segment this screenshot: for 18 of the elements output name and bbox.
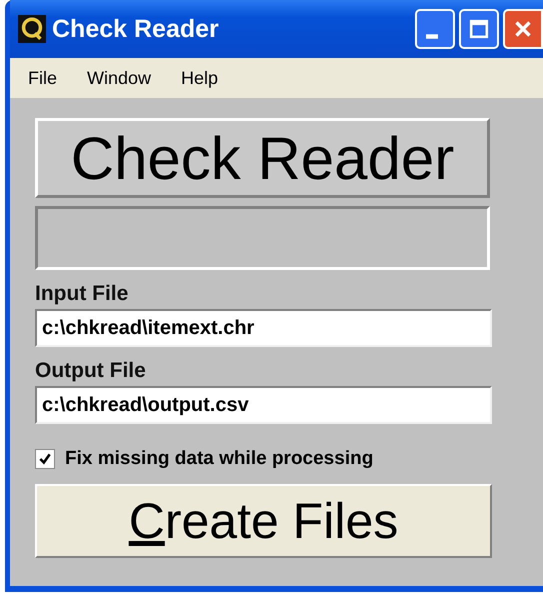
app-logo-icon <box>18 14 46 44</box>
field-label: Input File <box>35 282 130 306</box>
maximize-button[interactable] <box>459 9 499 49</box>
menu-item[interactable]: File <box>28 68 58 88</box>
field-label: Output File <box>35 359 147 383</box>
menu-item[interactable]: Window <box>87 68 152 88</box>
checkbox[interactable] <box>35 449 55 469</box>
create-files-button[interactable]: Create Files <box>35 484 492 558</box>
checkbox-label: Fix missing data while processing <box>65 448 374 470</box>
check-icon <box>38 452 52 466</box>
menu-item[interactable]: Help <box>181 68 218 88</box>
minimize-icon <box>426 34 438 39</box>
path-field[interactable]: c:\chkread\itemext.chr <box>35 309 492 347</box>
app-banner: Check Reader <box>35 118 490 198</box>
close-button[interactable] <box>503 9 543 49</box>
path-field[interactable]: c:\chkread\output.csv <box>35 386 492 424</box>
minimize-button[interactable] <box>415 9 455 49</box>
window-title: Check Reader <box>52 14 220 44</box>
